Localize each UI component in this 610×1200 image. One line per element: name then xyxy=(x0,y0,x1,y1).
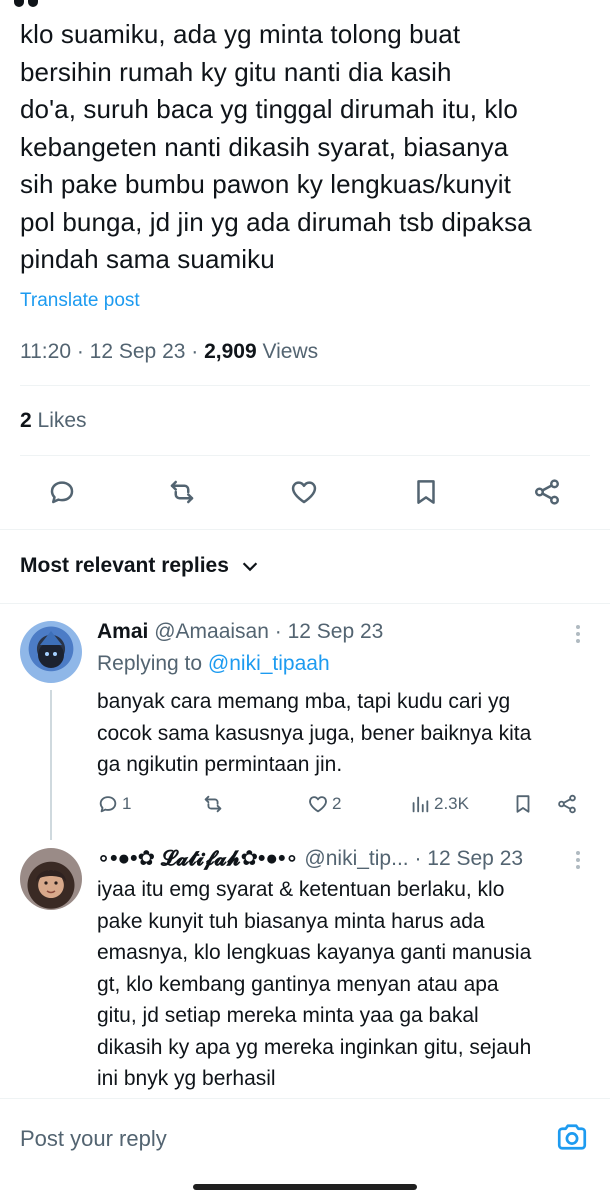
reply-line: emasnya, klo lengkuas kayanya ganti manu… xyxy=(97,941,532,964)
reply-header: Amai @Amaaisan · 12 Sep 23 xyxy=(97,620,384,643)
post-line: kebangeten nanti dikasih syarat, biasany… xyxy=(20,131,509,162)
post-text: klo suamiku, ada yg minta tolong buat be… xyxy=(20,16,595,279)
more-options-icon[interactable] xyxy=(570,848,586,872)
repost-icon[interactable] xyxy=(162,470,202,514)
avatar[interactable] xyxy=(20,621,82,683)
share-icon[interactable] xyxy=(527,470,567,514)
post-meta: 11:20 · 12 Sep 23 · 2,909 Views xyxy=(20,340,319,363)
views-button[interactable]: 2.3K xyxy=(409,790,469,818)
reply-count: 1 xyxy=(122,794,132,813)
reply-author-name[interactable]: ∘•●•✿ 𝓛𝓪𝓽𝓲𝓯𝓪𝓱✿•●•∘ xyxy=(97,847,299,870)
divider xyxy=(20,385,590,386)
like-icon[interactable] xyxy=(284,470,324,514)
divider xyxy=(20,455,590,456)
analytics-icon xyxy=(412,796,429,813)
section-separator xyxy=(0,603,610,604)
bookmark-icon xyxy=(516,795,530,813)
bookmark-button[interactable] xyxy=(512,790,534,818)
repost-button[interactable] xyxy=(202,790,224,818)
like-count: 2 xyxy=(332,794,342,813)
replying-to-prefix: Replying to xyxy=(97,652,203,675)
reply-line: cocok sama kasusnya juga, bener baiknya … xyxy=(97,721,532,745)
reply-icon xyxy=(99,796,117,813)
view-count: 2.3K xyxy=(434,794,469,813)
reply-line: gt, klo kembang gantinya menyan atau apa xyxy=(97,972,499,996)
previous-post-cutoff xyxy=(14,0,74,7)
post-date: 12 Sep 23 xyxy=(89,340,186,363)
reply-author-handle[interactable]: @Amaaisan xyxy=(154,620,269,643)
post-time: 11:20 xyxy=(20,340,71,363)
likes-row[interactable]: 2 Likes xyxy=(20,409,87,433)
reply-composer: Post your reply xyxy=(0,1098,610,1178)
reply-author-name[interactable]: Amai xyxy=(97,620,148,643)
like-icon xyxy=(309,796,327,813)
camera-icon[interactable] xyxy=(554,1119,590,1155)
reply-action-bar: 1 2 2.3K xyxy=(97,790,597,818)
likes-label: Likes xyxy=(37,409,87,432)
reply-date: 12 Sep 23 xyxy=(427,847,524,870)
views-label: Views xyxy=(262,340,319,363)
reply-line: banyak cara memang mba, tapi kudu cari y… xyxy=(97,690,511,713)
reply-line: dikasih ky apa yg mereka inginkan gitu, … xyxy=(97,1035,532,1059)
like-button[interactable]: 2 xyxy=(307,790,341,818)
share-icon xyxy=(558,794,576,814)
reply-line: gitu, jd setiap mereka minta yaa ga baka… xyxy=(97,1004,479,1027)
repost-icon xyxy=(204,795,222,813)
post-line: klo suamiku, ada yg minta tolong buat xyxy=(20,19,461,49)
reply-author-handle[interactable]: @niki_tip... xyxy=(304,847,408,870)
share-button[interactable] xyxy=(556,790,578,818)
reply-line: ini bnyk yg berhasil xyxy=(97,1067,276,1090)
more-options-icon[interactable] xyxy=(570,622,586,646)
views-count: 2,909 xyxy=(204,340,257,363)
replies-sort-dropdown[interactable]: Most relevant replies xyxy=(20,554,261,578)
reply-line: ga ngikutin permintaan jin. xyxy=(97,753,343,776)
replying-to-handle[interactable]: @niki_tipaah xyxy=(208,652,330,675)
post-line: pol bunga, jd jin yg ada dirumah tsb dip… xyxy=(20,206,532,237)
post-line: sih pake bumbu pawon ky lengkuas/kunyit xyxy=(20,169,511,199)
post-action-bar xyxy=(0,470,610,514)
reply-date: 12 Sep 23 xyxy=(287,620,384,643)
likes-count: 2 xyxy=(20,409,32,432)
reply-header: ∘•●•✿ 𝓛𝓪𝓽𝓲𝓯𝓪𝓱✿•●•∘ @niki_tip... · 12 Sep… xyxy=(97,847,524,870)
bookmark-icon[interactable] xyxy=(406,470,446,514)
section-separator xyxy=(0,529,610,530)
thread-line xyxy=(50,690,52,840)
avatar[interactable] xyxy=(20,848,82,910)
post-line: pindah sama suamiku xyxy=(20,244,275,274)
reply-text: iyaa itu emg syarat & ketentuan berlaku,… xyxy=(97,874,592,1095)
replying-to: Replying to @niki_tipaah xyxy=(97,652,330,676)
sort-label: Most relevant replies xyxy=(20,554,229,577)
reply-input[interactable]: Post your reply xyxy=(20,1126,167,1152)
reply-line: iyaa itu emg syarat & ketentuan berlaku,… xyxy=(97,878,505,901)
reply-button[interactable]: 1 xyxy=(97,790,131,818)
reply-text: banyak cara memang mba, tapi kudu cari y… xyxy=(97,686,592,781)
chevron-down-icon xyxy=(242,562,258,572)
post-line: bersihin rumah ky gitu nanti dia kasih xyxy=(20,56,452,87)
translate-post-link[interactable]: Translate post xyxy=(20,290,140,312)
reply-icon[interactable] xyxy=(42,470,82,514)
reply-line: pake kunyit tuh biasanya minta harus ada xyxy=(97,909,485,933)
home-indicator[interactable] xyxy=(193,1184,417,1190)
post-line: do'a, suruh baca yg tinggal dirumah itu,… xyxy=(20,94,518,124)
